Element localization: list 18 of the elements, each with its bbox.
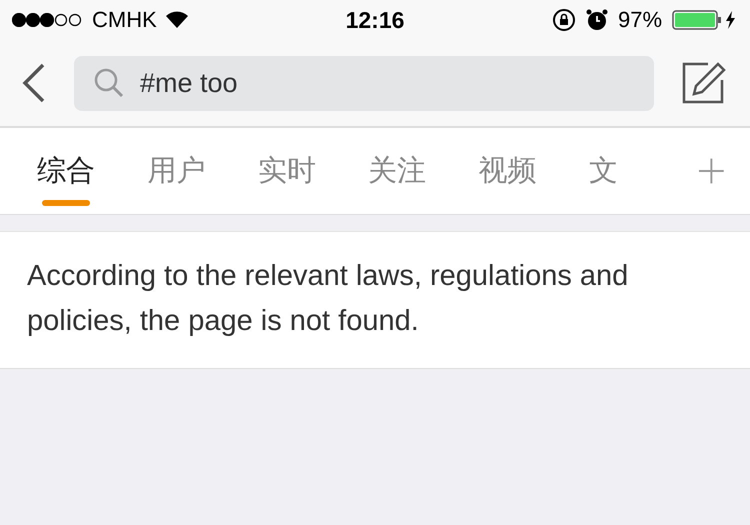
wifi-icon bbox=[164, 11, 189, 29]
back-icon[interactable] bbox=[22, 63, 46, 103]
category-tab[interactable]: 用户 bbox=[147, 128, 258, 214]
category-tab[interactable]: 关注 bbox=[368, 128, 478, 214]
add-icon[interactable] bbox=[699, 158, 724, 184]
category-tab[interactable]: 综合 bbox=[37, 128, 148, 214]
clock-time: 12:16 bbox=[346, 6, 404, 34]
category-tab[interactable]: 实时 bbox=[258, 128, 368, 214]
carrier-name: CMHK bbox=[92, 7, 157, 33]
alarm-icon bbox=[586, 9, 608, 31]
signal-icon bbox=[12, 13, 84, 27]
category-tab[interactable]: 视频 bbox=[478, 128, 589, 214]
search-icon bbox=[94, 68, 124, 98]
not-found-message: According to the relevant laws, regulations and policies, the page is not found. bbox=[0, 231, 750, 369]
search-field[interactable]: #me too bbox=[74, 56, 654, 110]
compose-icon[interactable] bbox=[682, 62, 726, 104]
rotation-lock-icon bbox=[552, 8, 576, 32]
battery-percent: 97% bbox=[618, 7, 662, 33]
